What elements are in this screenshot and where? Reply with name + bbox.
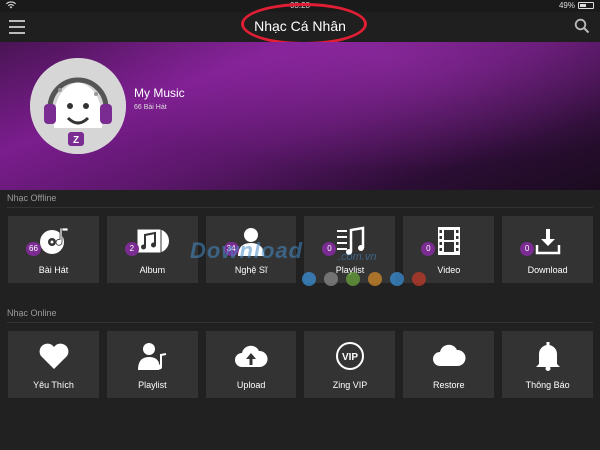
online-section-label: Nhạc Online (7, 308, 57, 318)
battery-percent: 49% (558, 1, 575, 10)
mascot-headphones-icon: Z (30, 58, 126, 154)
battery-icon (578, 2, 594, 9)
tile-label: Nghệ Sĩ (234, 265, 268, 275)
tile-video[interactable]: 0 Video (403, 216, 495, 283)
bell-icon (502, 341, 593, 371)
vip-icon: VIP (304, 341, 395, 371)
heart-icon (8, 341, 99, 371)
artist-icon (206, 226, 297, 256)
count-badge: 34 (223, 242, 239, 256)
tile-label: Zing VIP (332, 380, 368, 390)
tile-label: Playlist (335, 265, 365, 275)
profile-name: My Music (134, 86, 185, 100)
download-icon (502, 226, 593, 256)
divider (7, 322, 593, 323)
tile-download[interactable]: 0 Download (502, 216, 593, 283)
profile-header: Z My Music 66 Bài Hát (0, 42, 600, 190)
tile-label: Video (437, 265, 461, 275)
tile-upload[interactable]: Upload (205, 331, 297, 398)
divider (7, 207, 593, 208)
tile-label: Album (139, 265, 166, 275)
album-icon (107, 226, 198, 256)
highlight-circle (241, 3, 367, 45)
tile-bai-hat[interactable]: 66 Bài Hát (8, 216, 99, 283)
film-icon (403, 226, 494, 256)
cloud-icon (403, 341, 494, 371)
tile-playlist[interactable]: 0 Playlist (304, 216, 396, 283)
song-count: 66 Bài Hát (134, 104, 167, 111)
tile-online-playlist[interactable]: Playlist (106, 331, 198, 398)
count-badge: 2 (124, 242, 139, 256)
offline-section-label: Nhạc Offline (7, 193, 57, 203)
tile-album[interactable]: 2 Album (106, 216, 198, 283)
offline-grid: 66 Bài Hát 2 Album 34 Nghệ Sĩ 0 Playlist… (8, 216, 593, 283)
svg-text:VIP: VIP (342, 352, 358, 363)
playlist-icon (304, 226, 395, 256)
tile-label: Download (527, 265, 568, 275)
tile-label: Thông Báo (525, 380, 570, 390)
tile-yeu-thich[interactable]: Yêu Thích (8, 331, 99, 398)
battery-fill (580, 4, 586, 7)
top-bar: Nhạc Cá Nhân (0, 3, 600, 45)
disc-music-icon (8, 226, 99, 256)
tile-thong-bao[interactable]: Thông Báo (502, 331, 593, 398)
tile-nghe-si[interactable]: 34 Nghệ Sĩ (205, 216, 297, 283)
tile-label: Restore (433, 380, 465, 390)
online-grid: Yêu Thích Playlist Upload VIP Zing VIP R… (8, 331, 593, 398)
cloud-upload-icon (206, 341, 297, 371)
tile-label: Playlist (138, 380, 167, 390)
online-playlist-icon (107, 341, 198, 371)
tile-label: Yêu Thích (33, 380, 74, 390)
count-badge: 66 (26, 242, 41, 256)
tile-label: Upload (236, 380, 266, 390)
tile-label: Bài Hát (38, 265, 69, 275)
tile-restore[interactable]: Restore (403, 331, 495, 398)
battery-indicator: 49% (559, 1, 594, 10)
search-icon[interactable] (574, 18, 590, 34)
tile-zing-vip[interactable]: VIP Zing VIP (304, 331, 396, 398)
svg-text:Z: Z (73, 135, 79, 146)
avatar[interactable]: Z (30, 58, 126, 154)
